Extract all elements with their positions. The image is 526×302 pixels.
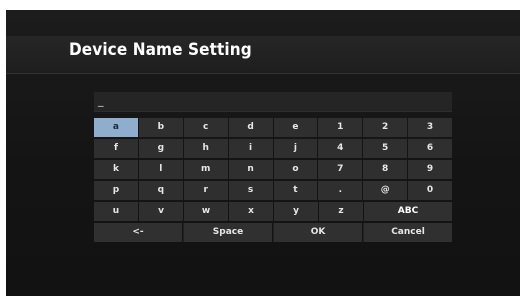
key-t[interactable]: t	[273, 181, 318, 200]
key-at[interactable]: @	[363, 181, 408, 200]
key-f[interactable]: f	[94, 139, 138, 158]
key-w[interactable]: w	[184, 202, 228, 221]
key-i[interactable]: i	[228, 139, 273, 158]
key-g[interactable]: g	[138, 139, 183, 158]
key-7[interactable]: 7	[318, 160, 363, 179]
key-a[interactable]: a	[94, 118, 138, 137]
device-name-input[interactable]: _	[94, 92, 452, 112]
key-v[interactable]: v	[139, 202, 183, 221]
key-d[interactable]: d	[228, 118, 273, 137]
key-period[interactable]: .	[318, 181, 363, 200]
key-0[interactable]: 0	[408, 181, 452, 200]
key-2[interactable]: 2	[363, 118, 408, 137]
cancel-button[interactable]: Cancel	[363, 223, 452, 242]
key-r[interactable]: r	[183, 181, 228, 200]
key-8[interactable]: 8	[363, 160, 408, 179]
key-o[interactable]: o	[273, 160, 318, 179]
on-screen-keyboard: a b c d e 1 2 3 f g h i j 4 5 6 k l m n …	[94, 118, 452, 244]
key-n[interactable]: n	[228, 160, 273, 179]
key-c[interactable]: c	[183, 118, 228, 137]
key-e[interactable]: e	[273, 118, 318, 137]
key-4[interactable]: 4	[318, 139, 363, 158]
key-3[interactable]: 3	[408, 118, 452, 137]
space-button[interactable]: Space	[183, 223, 272, 242]
key-p[interactable]: p	[94, 181, 138, 200]
key-5[interactable]: 5	[363, 139, 408, 158]
key-b[interactable]: b	[138, 118, 183, 137]
key-h[interactable]: h	[183, 139, 228, 158]
page-title: Device Name Setting	[69, 40, 252, 60]
keyboard-row-2: f g h i j 4 5 6	[94, 139, 452, 158]
key-j[interactable]: j	[273, 139, 318, 158]
key-x[interactable]: x	[229, 202, 273, 221]
key-6[interactable]: 6	[408, 139, 452, 158]
key-l[interactable]: l	[138, 160, 183, 179]
keyboard-action-row: <- Space OK Cancel	[94, 223, 452, 242]
key-z[interactable]: z	[319, 202, 363, 221]
key-k[interactable]: k	[94, 160, 138, 179]
tv-screen: Device Name Setting _ a b c d e 1 2 3 f …	[6, 10, 520, 296]
keyboard-row-3: k l m n o 7 8 9	[94, 160, 452, 179]
ok-button[interactable]: OK	[273, 223, 362, 242]
key-1[interactable]: 1	[318, 118, 363, 137]
key-9[interactable]: 9	[408, 160, 452, 179]
key-y[interactable]: y	[274, 202, 318, 221]
key-q[interactable]: q	[138, 181, 183, 200]
backspace-button[interactable]: <-	[94, 223, 182, 242]
keyboard-row-1: a b c d e 1 2 3	[94, 118, 452, 137]
key-s[interactable]: s	[228, 181, 273, 200]
key-m[interactable]: m	[183, 160, 228, 179]
keyboard-row-4: p q r s t . @ 0	[94, 181, 452, 200]
abc-mode-button[interactable]: ABC	[364, 202, 452, 221]
keyboard-row-5: u v w x y z ABC	[94, 202, 452, 221]
key-u[interactable]: u	[94, 202, 138, 221]
